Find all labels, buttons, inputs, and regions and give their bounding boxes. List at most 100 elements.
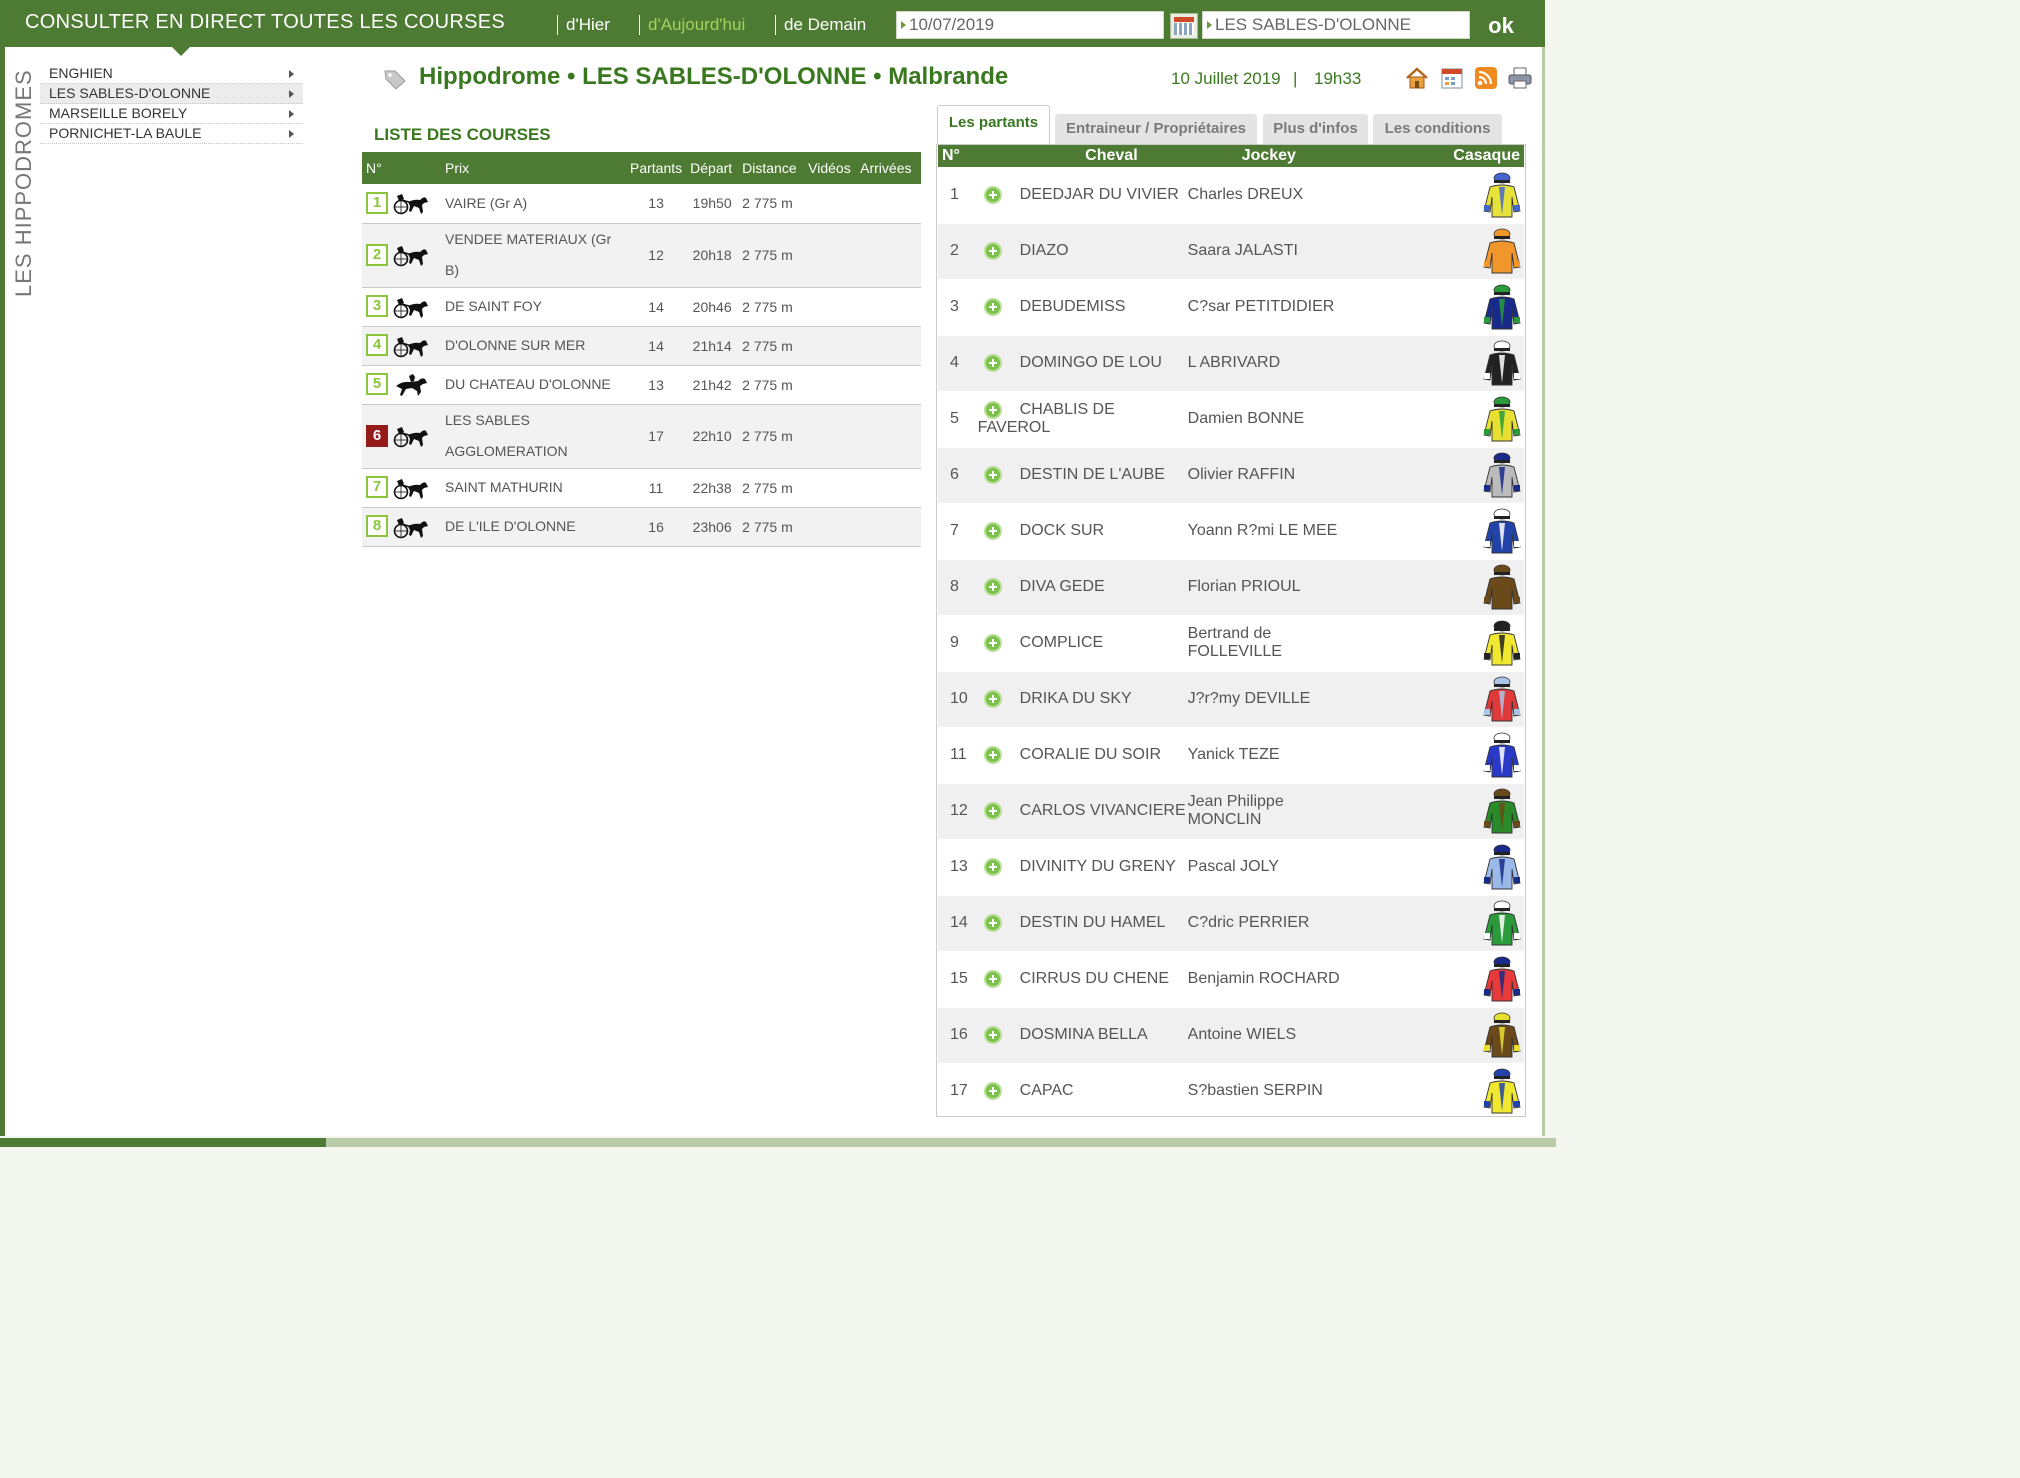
race-prix[interactable]: LES SABLES AGGLOMERATION xyxy=(441,404,626,469)
link-yesterday[interactable]: d'Hier xyxy=(557,15,610,35)
plus-circle-icon[interactable] xyxy=(983,1081,1002,1100)
race-row[interactable]: 3 DE SAINT FOY 14 20h46 2 775 m xyxy=(362,287,921,327)
hippodrome-item[interactable]: PORNICHET-LA BAULE xyxy=(40,124,303,144)
race-row[interactable]: 4 D'OLONNE SUR MER 14 21h14 2 775 m xyxy=(362,326,921,366)
race-prix[interactable]: VAIRE (Gr A) xyxy=(441,184,626,224)
runner-cheval[interactable]: DEEDJAR DU VIVIER xyxy=(1020,186,1179,203)
runner-row[interactable]: 7 DOCK SUR Yoann R?mi LE MEE xyxy=(938,503,1524,560)
tab-conditions[interactable]: Les conditions xyxy=(1373,114,1502,144)
ok-button[interactable]: ok xyxy=(1473,8,1529,44)
runner-row[interactable]: 15 CIRRUS DU CHENE Benjamin ROCHARD xyxy=(938,951,1524,1008)
race-num-cell: 2 xyxy=(362,223,441,288)
runner-row[interactable]: 12 CARLOS VIVANCIERE Jean Philippe MONCLIN xyxy=(938,783,1524,840)
race-number[interactable]: 6 xyxy=(366,424,388,447)
runner-row[interactable]: 2 DIAZO Saara JALASTI xyxy=(938,223,1524,280)
runner-cheval[interactable]: CARLOS VIVANCIERE xyxy=(1020,802,1186,819)
race-prix[interactable]: DE SAINT FOY xyxy=(441,287,626,327)
runner-cheval[interactable]: DIVINITY DU GRENY xyxy=(1020,858,1176,875)
runner-casaque xyxy=(1350,447,1524,504)
rss-icon[interactable] xyxy=(1473,66,1499,90)
runner-cheval[interactable]: CIRRUS DU CHENE xyxy=(1020,970,1169,987)
runner-row[interactable]: 11 CORALIE DU SOIR Yanick TEZE xyxy=(938,727,1524,784)
runner-cheval[interactable]: DRIKA DU SKY xyxy=(1020,690,1132,707)
runner-cheval[interactable]: DEBUDEMISS xyxy=(1020,298,1126,315)
race-number[interactable]: 3 xyxy=(366,295,388,318)
race-arrivees xyxy=(856,468,921,508)
race-number[interactable]: 2 xyxy=(366,243,388,266)
race-row[interactable]: 5 DU CHATEAU D'OLONNE 13 21h42 2 775 m xyxy=(362,365,921,405)
plus-circle-icon[interactable] xyxy=(983,465,1002,484)
race-prix[interactable]: VENDEE MATERIAUX (Gr B) xyxy=(441,223,626,288)
runner-row[interactable]: 10 DRIKA DU SKY J?r?my DEVILLE xyxy=(938,671,1524,728)
plus-circle-icon[interactable] xyxy=(983,913,1002,932)
plus-circle-icon[interactable] xyxy=(983,353,1002,372)
runner-row[interactable]: 17 CAPAC S?bastien SERPIN xyxy=(938,1063,1524,1120)
race-distance: 2 775 m xyxy=(738,287,805,327)
plus-circle-icon[interactable] xyxy=(983,521,1002,540)
plus-circle-icon[interactable] xyxy=(983,801,1002,820)
runner-row[interactable]: 3 DEBUDEMISS C?sar PETITDIDIER xyxy=(938,279,1524,336)
race-number[interactable]: 4 xyxy=(366,334,388,357)
race-row[interactable]: 6 LES SABLES AGGLOMERATION 17 22h10 2 775 m xyxy=(362,404,921,469)
runner-row[interactable]: 9 COMPLICE Bertrand de FOLLEVILLE xyxy=(938,615,1524,672)
race-videos xyxy=(804,404,857,469)
runner-row[interactable]: 14 DESTIN DU HAMEL C?dric PERRIER xyxy=(938,895,1524,952)
runner-cheval[interactable]: COMPLICE xyxy=(1020,634,1104,651)
race-prix[interactable]: DE L'ILE D'OLONNE xyxy=(441,507,626,547)
race-number[interactable]: 7 xyxy=(366,476,388,499)
plus-circle-icon[interactable] xyxy=(983,185,1002,204)
runner-cheval[interactable]: DESTIN DE L'AUBE xyxy=(1020,466,1165,483)
runner-row[interactable]: 13 DIVINITY DU GRENY Pascal JOLY xyxy=(938,839,1524,896)
plus-circle-icon[interactable] xyxy=(983,969,1002,988)
race-prix[interactable]: D'OLONNE SUR MER xyxy=(441,326,626,366)
hippodrome-item[interactable]: LES SABLES-D'OLONNE xyxy=(40,84,303,104)
plus-circle-icon[interactable] xyxy=(983,1025,1002,1044)
runner-row[interactable]: 16 DOSMINA BELLA Antoine WIELS xyxy=(938,1007,1524,1064)
link-tomorrow[interactable]: de Demain xyxy=(775,15,866,35)
plus-circle-icon[interactable] xyxy=(983,857,1002,876)
hippodrome-input[interactable]: LES SABLES-D'OLONNE xyxy=(1202,11,1470,39)
runner-cheval[interactable]: DOSMINA BELLA xyxy=(1020,1026,1148,1043)
runner-cheval[interactable]: DIAZO xyxy=(1020,242,1069,259)
calendar-icon[interactable] xyxy=(1439,66,1465,90)
race-number[interactable]: 5 xyxy=(366,373,388,396)
runner-row[interactable]: 4 DOMINGO DE LOU L ABRIVARD xyxy=(938,335,1524,392)
runner-row[interactable]: 5 CHABLIS DE FAVEROL Damien BONNE xyxy=(938,391,1524,448)
tag-icon xyxy=(384,70,406,90)
race-row[interactable]: 8 DE L'ILE D'OLONNE 16 23h06 2 775 m xyxy=(362,507,921,547)
plus-circle-icon[interactable] xyxy=(983,241,1002,260)
race-row[interactable]: 2 VENDEE MATERIAUX (Gr B) 12 20h18 2 775 m xyxy=(362,223,921,288)
race-prix[interactable]: DU CHATEAU D'OLONNE xyxy=(441,365,626,405)
hippodrome-item[interactable]: ENGHIEN xyxy=(40,64,303,84)
race-row[interactable]: 1 VAIRE (Gr A) 13 19h50 2 775 m xyxy=(362,184,921,224)
runner-cheval[interactable]: DESTIN DU HAMEL xyxy=(1020,914,1166,931)
plus-circle-icon[interactable] xyxy=(983,633,1002,652)
runner-row[interactable]: 6 DESTIN DE L'AUBE Olivier RAFFIN xyxy=(938,447,1524,504)
plus-circle-icon[interactable] xyxy=(983,745,1002,764)
plus-circle-icon[interactable] xyxy=(983,689,1002,708)
runner-cheval[interactable]: DOMINGO DE LOU xyxy=(1020,354,1162,371)
race-number[interactable]: 8 xyxy=(366,515,388,538)
runner-cheval[interactable]: DOCK SUR xyxy=(1020,522,1104,539)
runner-cheval[interactable]: CORALIE DU SOIR xyxy=(1020,746,1161,763)
plus-circle-icon[interactable] xyxy=(983,577,1002,596)
race-prix[interactable]: SAINT MATHURIN xyxy=(441,468,626,508)
plus-circle-icon[interactable] xyxy=(983,400,1002,419)
tab-entraineur[interactable]: Entraineur / Propriétaires xyxy=(1055,114,1257,144)
date-input[interactable]: 10/07/2019 xyxy=(896,11,1164,39)
runner-row[interactable]: 8 DIVA GEDE Florian PRIOUL xyxy=(938,559,1524,616)
hippodrome-item[interactable]: MARSEILLE BORELY xyxy=(40,104,303,124)
link-today[interactable]: d'Aujourd'hui xyxy=(639,15,745,35)
race-number[interactable]: 1 xyxy=(366,191,388,214)
calendar-icon[interactable] xyxy=(1170,13,1198,39)
runner-cheval[interactable]: DIVA GEDE xyxy=(1020,578,1105,595)
print-icon[interactable] xyxy=(1507,66,1533,90)
tab-infos[interactable]: Plus d'infos xyxy=(1263,114,1368,144)
home-icon[interactable] xyxy=(1404,66,1430,90)
runner-cheval[interactable]: CAPAC xyxy=(1020,1082,1074,1099)
tab-partants[interactable]: Les partants xyxy=(937,105,1050,145)
runner-row[interactable]: 1 DEEDJAR DU VIVIER Charles DREUX xyxy=(938,167,1524,224)
race-row[interactable]: 7 SAINT MATHURIN 11 22h38 2 775 m xyxy=(362,468,921,508)
plus-circle-icon[interactable] xyxy=(983,297,1002,316)
jockey-silk-icon xyxy=(1483,228,1521,274)
